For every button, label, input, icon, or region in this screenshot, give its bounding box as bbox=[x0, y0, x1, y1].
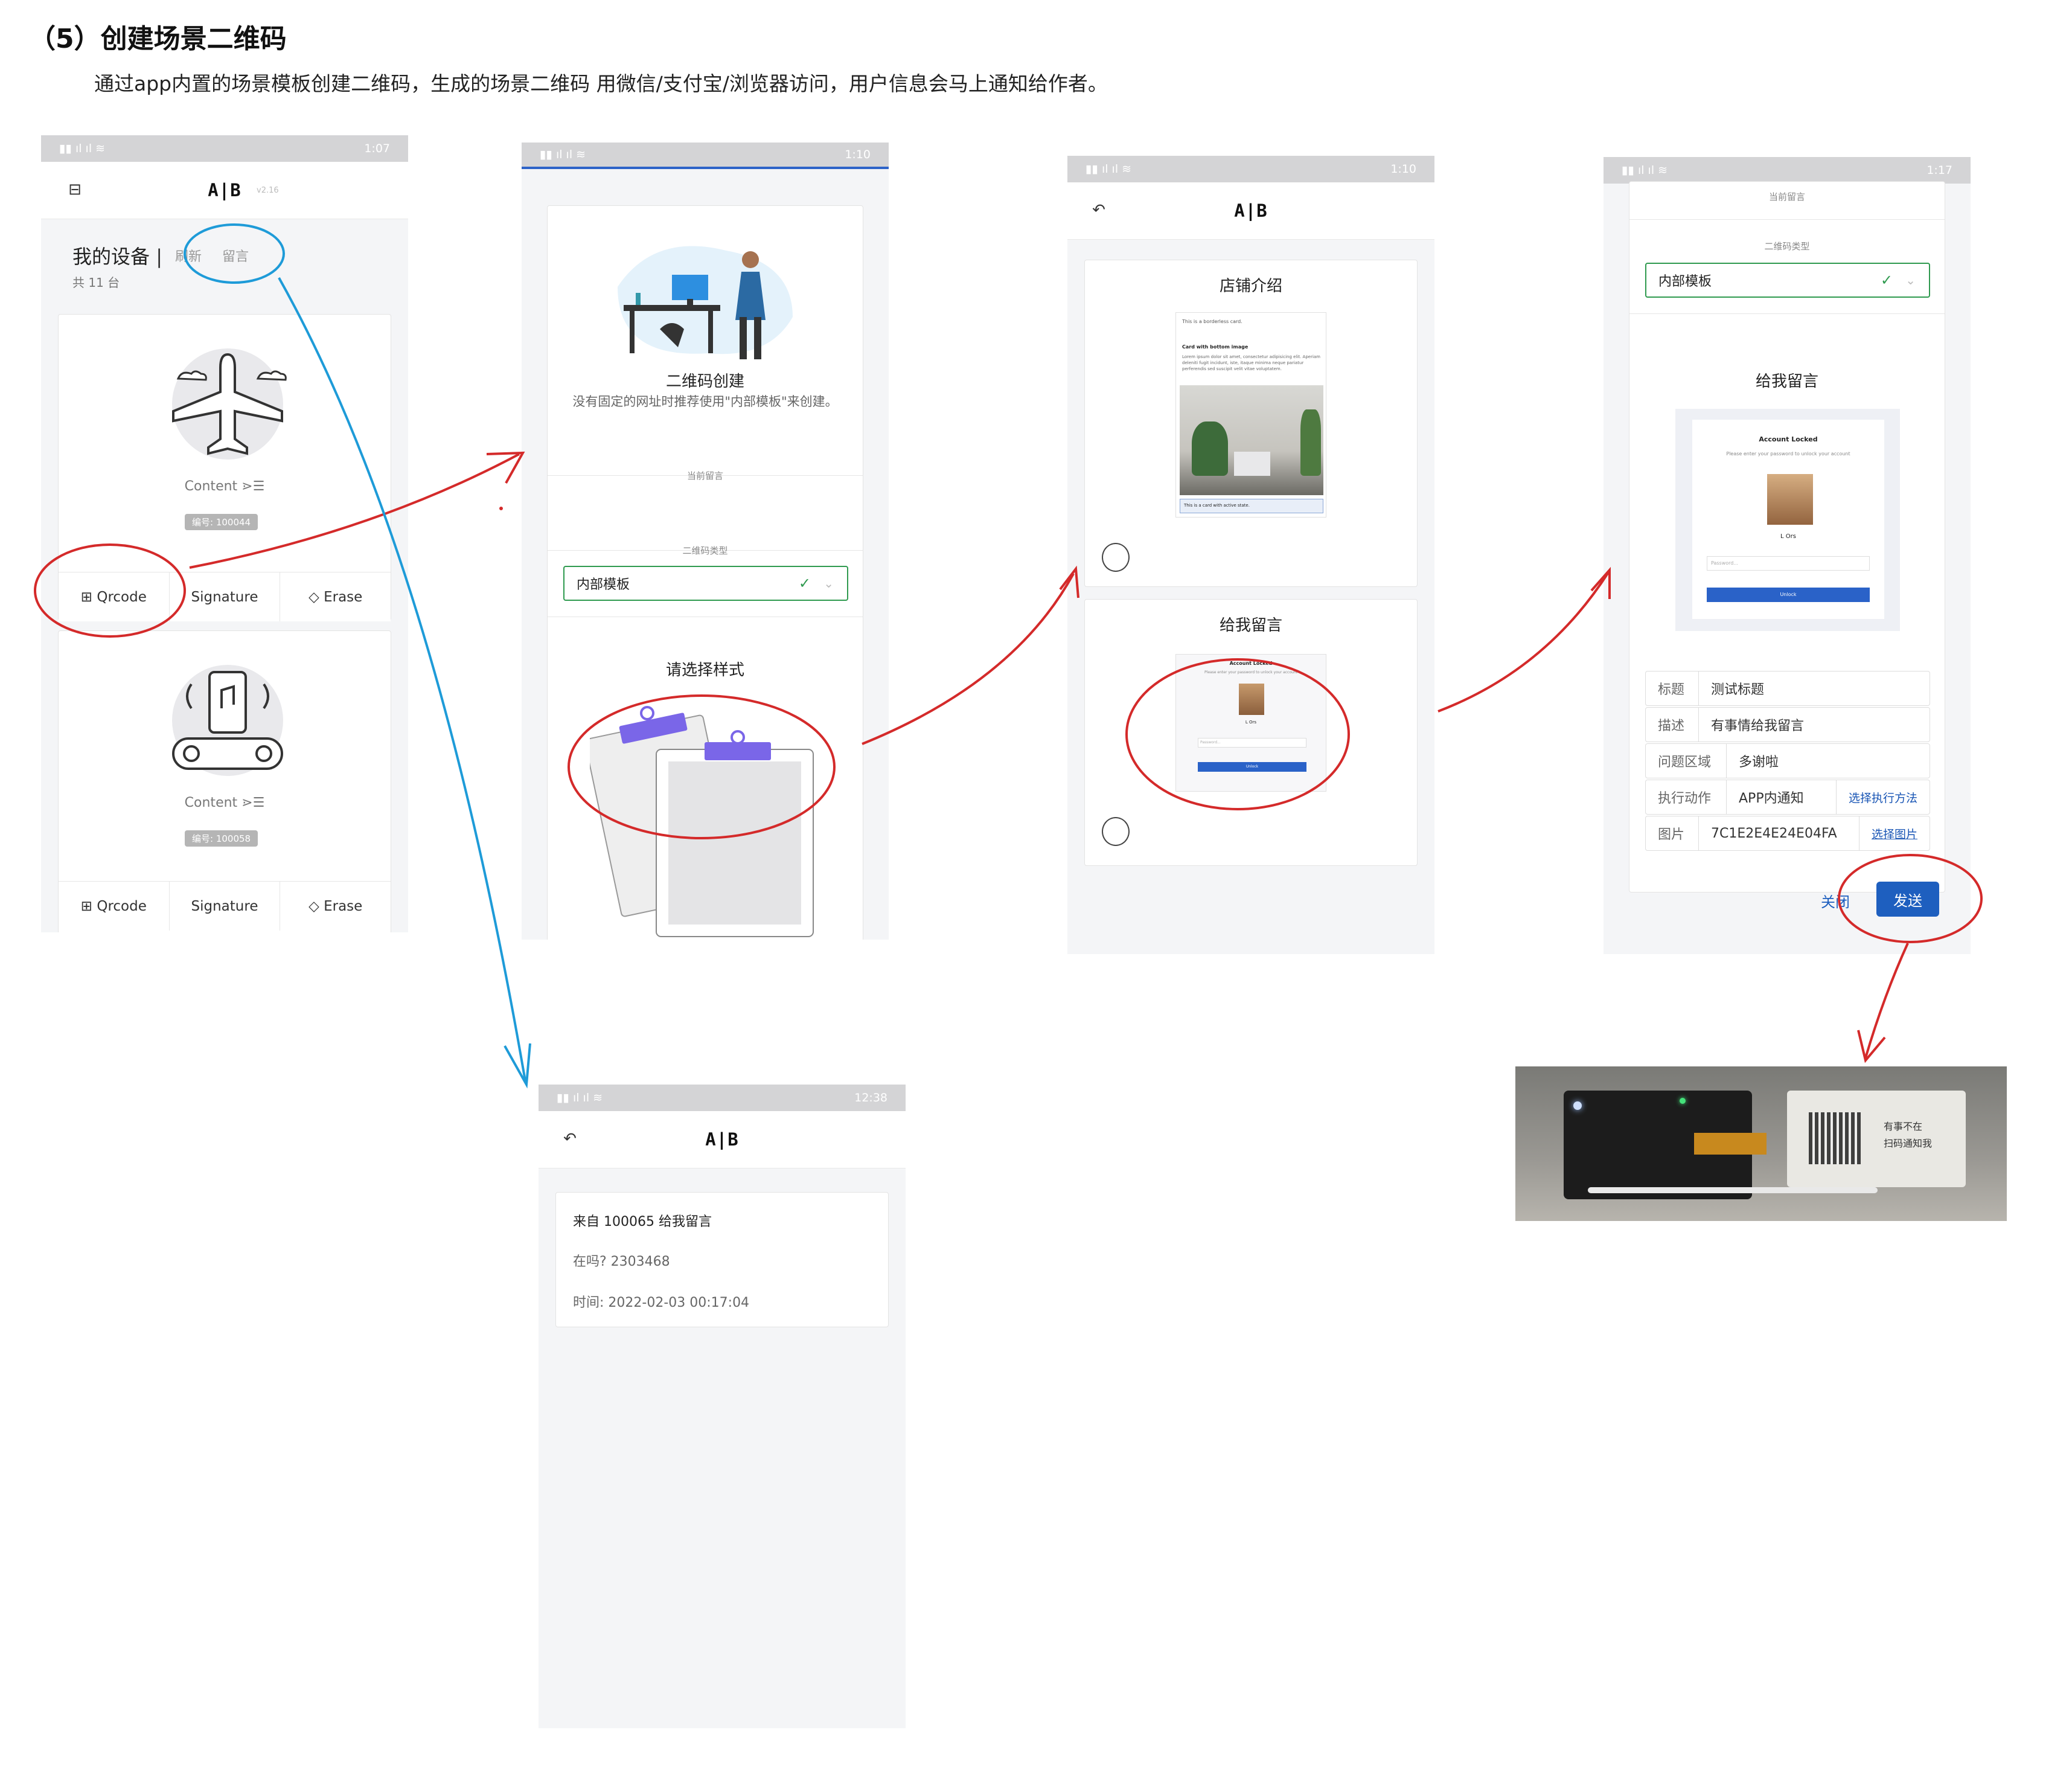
circle-highlight-template bbox=[568, 694, 836, 839]
circle-highlight-qrcode bbox=[34, 543, 186, 638]
circle-highlight-message bbox=[184, 223, 285, 284]
arrow-head bbox=[504, 1043, 531, 1089]
circle-highlight-leave-message bbox=[1125, 658, 1350, 810]
arrow-line bbox=[1437, 571, 1610, 713]
arrow-line bbox=[862, 573, 1075, 745]
annotation-layer bbox=[34, 223, 1983, 1089]
circle-highlight-send bbox=[1838, 854, 1983, 943]
arrow-line bbox=[189, 453, 520, 569]
arrow-line bbox=[1864, 943, 1909, 1059]
arrow-line bbox=[278, 277, 526, 1082]
